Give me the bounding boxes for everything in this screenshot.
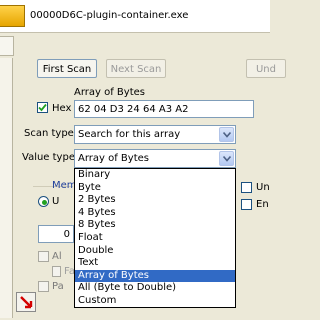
scan-type-label: Scan type xyxy=(24,128,74,139)
memory-checkbox-1-label: Al xyxy=(52,251,62,262)
right-checkbox-2[interactable] xyxy=(241,199,252,210)
scan-type-select[interactable]: Search for this array xyxy=(74,125,236,144)
checkmark-icon xyxy=(38,103,47,112)
value-type-dropdown-list[interactable]: Binary Byte 2 Bytes 4 Bytes 8 Bytes Floa… xyxy=(74,168,236,308)
scan-type-value: Search for this array xyxy=(78,129,181,140)
memory-checkbox-3[interactable] xyxy=(38,281,49,292)
scan-value-input[interactable]: 62 04 D3 24 64 A3 A2 xyxy=(74,100,254,118)
app-icon xyxy=(0,5,25,27)
dropdown-option-selected[interactable]: Array of Bytes xyxy=(75,269,235,283)
memory-options-label: Mem xyxy=(52,180,77,191)
value-type-value: Array of Bytes xyxy=(78,153,149,164)
dropdown-option[interactable]: Byte xyxy=(75,182,235,195)
dropdown-option[interactable]: All (Byte to Double) xyxy=(75,282,235,295)
window-title: 00000D6C-plugin-container.exe xyxy=(30,10,189,21)
chevron-down-icon[interactable] xyxy=(219,151,234,166)
dropdown-option[interactable]: Custom xyxy=(75,295,235,308)
value-type-select[interactable]: Array of Bytes xyxy=(74,149,236,168)
memory-checkbox-2[interactable] xyxy=(52,266,61,277)
right-checkbox-1-label: Un xyxy=(256,182,270,193)
memory-radio-label: U xyxy=(52,196,60,207)
right-checkbox-1[interactable] xyxy=(241,182,252,193)
value-group-label: Array of Bytes xyxy=(74,87,145,98)
memory-checkbox-3-label: Pa xyxy=(52,281,64,292)
value-type-label: Value type xyxy=(22,152,75,163)
dropdown-option[interactable]: 8 Bytes xyxy=(75,219,235,232)
dropdown-option[interactable]: Binary xyxy=(75,169,235,182)
dropdown-option[interactable]: 4 Bytes xyxy=(75,207,235,220)
pointer-arrow-icon xyxy=(20,296,33,309)
dropdown-option[interactable]: Float xyxy=(75,232,235,245)
dropdown-option[interactable]: Text xyxy=(75,257,235,270)
title-bar: 00000D6C-plugin-container.exe xyxy=(0,0,270,33)
pointer-button[interactable] xyxy=(16,292,36,312)
hex-checkbox[interactable] xyxy=(37,102,48,113)
first-scan-button[interactable]: First Scan xyxy=(37,59,97,78)
right-checkbox-2-label: En xyxy=(256,199,269,210)
left-panel xyxy=(0,58,13,318)
hex-label: Hex xyxy=(52,103,72,114)
memory-start-input[interactable]: 0 xyxy=(38,225,74,243)
dropdown-option[interactable]: 2 Bytes xyxy=(75,194,235,207)
dropdown-option[interactable]: Double xyxy=(75,245,235,258)
chevron-down-icon[interactable] xyxy=(219,127,234,142)
next-scan-button[interactable]: Next Scan xyxy=(106,59,166,78)
memory-radio[interactable] xyxy=(38,196,49,207)
left-panel-tab[interactable] xyxy=(0,36,14,56)
memory-checkbox-1[interactable] xyxy=(38,251,49,262)
undo-scan-button[interactable]: Und xyxy=(246,59,286,78)
